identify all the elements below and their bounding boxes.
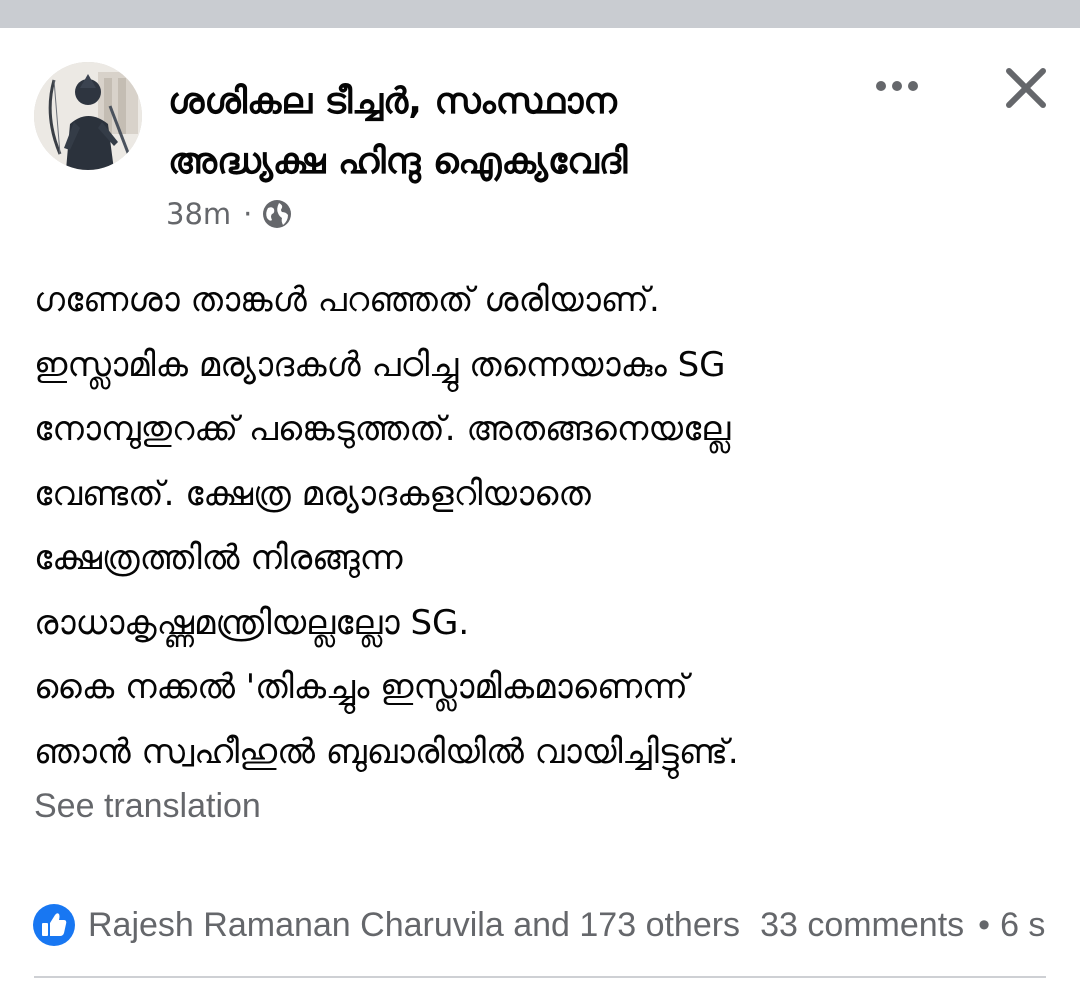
globe-icon — [262, 199, 292, 229]
see-translation-link[interactable]: See translation — [34, 776, 261, 836]
post-body: ഗണേശാ താങ്കൾ പറഞ്ഞത് ശരിയാണ്. ഇസ്ലാമിക മ… — [34, 268, 1064, 784]
post-body-line: വേണ്ടത്. ക്ഷേത്ര മര്യാദകളറിയാതെ — [34, 473, 591, 514]
author-avatar[interactable] — [34, 62, 142, 170]
shares-count[interactable]: 6 s — [1000, 906, 1045, 945]
post-body-line: നോമ്പുതുറക്ക് പങ്കെടുത്തത്. അതങ്ങനെയല്ലേ — [34, 409, 731, 449]
author-name-line1: ശശികല ടീച്ചർ, സംസ്ഥാന — [168, 81, 617, 122]
author-name[interactable]: ശശികല ടീച്ചർ, സംസ്ഥാന അദ്ധ്യക്ഷ ഹിന്ദു ഐ… — [168, 72, 858, 192]
post-body-line: ക്ഷേത്രത്തിൽ നിരങ്ങുന്ന — [34, 538, 403, 578]
close-icon — [1006, 68, 1046, 108]
post-body-line: ഗണേശാ താങ്കൾ പറഞ്ഞത് ശരിയാണ്. — [34, 280, 660, 320]
post-card: ശശികല ടീച്ചർ, സംസ്ഥാന അദ്ധ്യക്ഷ ഹിന്ദു ഐ… — [0, 28, 1080, 983]
comments-count[interactable]: 33 comments — [760, 906, 964, 945]
more-options-button[interactable] — [868, 66, 926, 106]
status-strip — [0, 0, 1080, 28]
meta-dot: · — [243, 197, 253, 231]
post-timestamp[interactable]: 38m — [166, 197, 231, 231]
more-horizontal-icon — [876, 81, 918, 91]
reactions-count[interactable]: Rajesh Ramanan Charuvila and 173 others — [88, 906, 740, 945]
post-meta: 38m · — [166, 194, 292, 234]
footer-divider — [34, 976, 1046, 978]
post-body-line: ഞാൻ സ്വഹീഹുൽ ബുഖാരിയിൽ വായിച്ചിട്ടുണ്ട്. — [34, 731, 739, 772]
post-body-line: ഇസ്ലാമിക മര്യാദകൾ പഠിച്ചു തന്നെയാകും SG — [34, 344, 726, 385]
like-icon — [33, 904, 75, 946]
close-button[interactable] — [996, 58, 1056, 118]
footer-separator: • — [978, 905, 991, 944]
author-name-line2: അദ്ധ്യക്ഷ ഹിന്ദു ഐക്യവേദി — [168, 141, 628, 182]
post-body-line: കൈ നക്കൽ 'തികച്ചും ഇസ്ലാമികമാണെന്ന് — [34, 667, 688, 707]
avatar-image — [34, 62, 142, 170]
post-body-line: രാധാകൃഷ്ണമന്ത്രിയല്ലല്ലോ SG. — [34, 602, 470, 643]
post-footer: Rajesh Ramanan Charuvila and 173 others … — [32, 900, 1080, 950]
